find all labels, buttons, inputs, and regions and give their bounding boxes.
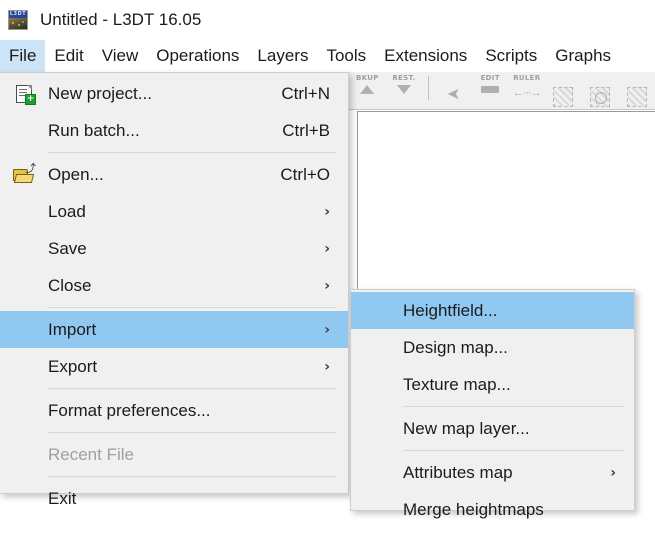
menu-item-close[interactable]: Close › <box>0 267 348 304</box>
pointer-cursor-icon: ➤ <box>446 86 461 103</box>
toolbar-button-ruler[interactable]: RULER ←···→ <box>509 72 546 108</box>
menu-item-exit[interactable]: Exit <box>0 480 348 517</box>
menu-separator <box>48 388 336 389</box>
menubar-item-layers[interactable]: Layers <box>248 40 317 72</box>
menu-separator <box>403 406 624 407</box>
menu-bar: File Edit View Operations Layers Tools E… <box>0 40 655 72</box>
menu-item-label: Exit <box>48 488 77 508</box>
menu-separator <box>48 307 336 308</box>
menu-item-label: Texture map... <box>403 374 511 394</box>
app-icon-badge: L3DT <box>9 11 27 18</box>
menu-item-label: Import <box>48 319 97 339</box>
menu-item-format-preferences[interactable]: Format preferences... <box>0 392 348 429</box>
file-menu-popup: + New project... Ctrl+N Run batch... Ctr… <box>0 72 349 508</box>
menubar-item-edit[interactable]: Edit <box>45 40 92 72</box>
menu-item-label: Run batch... <box>48 120 140 140</box>
menu-item-run-batch[interactable]: Run batch... Ctrl+B <box>0 112 348 149</box>
toolbar-button-restore[interactable]: REST. <box>386 72 423 108</box>
green-plus-badge: + <box>25 93 36 105</box>
open-folder-icon: ⤴ <box>0 156 48 193</box>
chevron-right-icon: › <box>610 464 616 481</box>
menu-item-label: Load <box>48 201 86 221</box>
import-submenu-popup: Heightfield... Design map... Texture map… <box>350 289 635 519</box>
window-title: Untitled - L3DT 16.05 <box>40 10 202 29</box>
toolbar-button-edit[interactable]: EDIT <box>472 72 509 108</box>
menu-item-label: New map layer... <box>403 418 530 438</box>
submenu-item-texture-map[interactable]: Texture map... <box>351 366 634 403</box>
menubar-item-tools[interactable]: Tools <box>317 40 375 72</box>
menu-item-load[interactable]: Load › <box>0 193 348 230</box>
menu-separator <box>48 432 336 433</box>
menubar-item-operations[interactable]: Operations <box>147 40 248 72</box>
menu-item-label: Format preferences... <box>48 400 211 420</box>
submenu-item-design-map[interactable]: Design map... <box>351 329 634 366</box>
chevron-right-icon: › <box>324 358 330 375</box>
submenu-item-heightfield[interactable]: Heightfield... <box>351 292 634 329</box>
menu-item-label: New project... <box>48 83 152 103</box>
menu-item-label: Merge heightmaps <box>403 499 544 519</box>
menu-item-accel: Ctrl+O <box>280 164 330 184</box>
menu-item-open[interactable]: ⤴ Open... Ctrl+O <box>0 156 348 193</box>
menu-item-label: Save <box>48 238 87 258</box>
menu-separator <box>48 152 336 153</box>
pencil-edit-icon <box>481 86 500 93</box>
menubar-item-view[interactable]: View <box>93 40 148 72</box>
title-bar: L3DT Untitled - L3DT 16.05 <box>0 0 655 40</box>
menu-item-recent-file: Recent File <box>0 436 348 473</box>
menu-item-import[interactable]: Import › <box>0 311 348 348</box>
menubar-item-extensions[interactable]: Extensions <box>375 40 476 72</box>
menubar-item-graphs[interactable]: Graphs <box>546 40 620 72</box>
menu-item-new-project[interactable]: + New project... Ctrl+N <box>0 75 348 112</box>
restore-down-arrow-icon <box>396 85 411 94</box>
menu-item-label: Design map... <box>403 337 508 357</box>
menu-item-label: Heightfield... <box>403 300 498 320</box>
backup-caption: BKUP <box>355 74 379 82</box>
toolbar-button-backup[interactable]: BKUP <box>349 72 386 108</box>
ruler-measure-icon: ←···→ <box>512 87 542 99</box>
menu-item-save[interactable]: Save › <box>0 230 348 267</box>
menubar-item-scripts[interactable]: Scripts <box>476 40 546 72</box>
folder-arrow-glyph: ⤴ <box>25 163 36 175</box>
toolbar-button-select-extra[interactable] <box>618 72 655 108</box>
chevron-right-icon: › <box>324 277 330 294</box>
l3dt-app-icon: L3DT <box>8 10 28 30</box>
app-icon-terrain <box>11 21 25 27</box>
menu-item-label: Recent File <box>48 444 134 464</box>
menu-item-label: Open... <box>48 164 104 184</box>
menubar-item-file[interactable]: File <box>0 40 46 72</box>
menu-item-export[interactable]: Export › <box>0 348 348 385</box>
menu-separator <box>403 450 624 451</box>
submenu-item-merge-heightmaps[interactable]: Merge heightmaps <box>351 491 634 528</box>
new-document-icon: + <box>0 75 48 112</box>
restore-caption: REST. <box>392 74 416 82</box>
toolbar-separator <box>428 76 430 100</box>
menu-item-label: Attributes map <box>403 462 513 482</box>
menu-item-label: Close <box>48 275 92 295</box>
toolbar-button-select-region[interactable] <box>545 72 582 108</box>
select-ellipse-icon <box>590 87 611 107</box>
toolbar-button-select-ellipse[interactable] <box>582 72 619 108</box>
select-region-icon <box>553 87 574 107</box>
chevron-right-icon: › <box>324 240 330 257</box>
menu-item-accel: Ctrl+B <box>282 120 330 140</box>
backup-up-arrow-icon <box>360 85 375 94</box>
chevron-right-icon: › <box>324 203 330 220</box>
submenu-item-new-map-layer[interactable]: New map layer... <box>351 410 634 447</box>
edit-caption: EDIT <box>480 74 500 82</box>
ruler-caption: RULER <box>513 74 541 82</box>
select-extra-icon <box>626 87 647 107</box>
menu-item-label: Export <box>48 356 98 376</box>
submenu-item-attributes-map[interactable]: Attributes map › <box>351 454 634 491</box>
chevron-right-icon: › <box>324 321 330 338</box>
menu-separator <box>48 476 336 477</box>
menu-item-accel: Ctrl+N <box>281 83 330 103</box>
toolbar-button-pointer[interactable]: ➤ <box>435 72 472 108</box>
